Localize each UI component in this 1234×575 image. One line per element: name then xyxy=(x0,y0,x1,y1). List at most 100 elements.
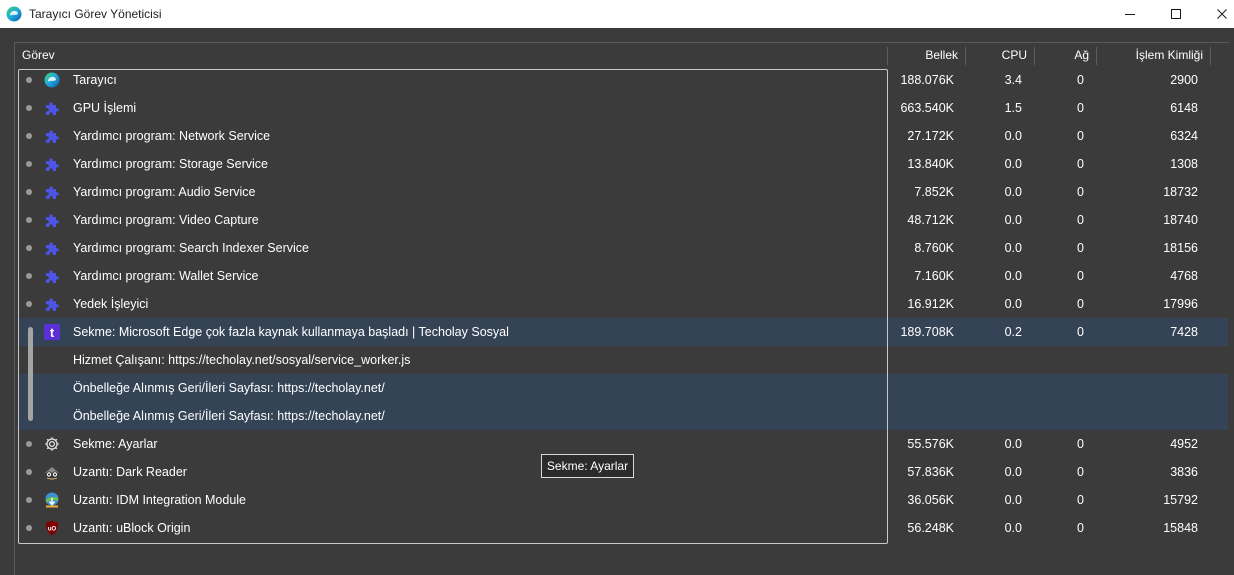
cpu-value: 0.0 xyxy=(1004,185,1022,199)
network-value: 0 xyxy=(1077,129,1084,143)
edge-logo-icon xyxy=(6,6,22,22)
puzzle-piece-icon xyxy=(46,214,59,227)
edge-browser-icon xyxy=(44,72,60,88)
row-bullet xyxy=(26,497,32,503)
column-divider[interactable] xyxy=(1210,47,1211,65)
cpu-value: 1.5 xyxy=(1004,101,1022,115)
title-bar: Tarayıcı Görev Yöneticisi xyxy=(0,0,1234,28)
process-id-value: 18740 xyxy=(1163,213,1198,227)
row-bullet xyxy=(26,189,32,195)
table-row[interactable]: Yardımcı program: Network Service 27.172… xyxy=(18,122,1228,150)
column-header-process-id[interactable]: İşlem Kimliği xyxy=(1097,43,1203,67)
row-bullet xyxy=(26,245,32,251)
table-row[interactable]: Yardımcı program: Storage Service 13.840… xyxy=(18,150,1228,178)
cpu-value: 0.0 xyxy=(1004,437,1022,451)
table-row[interactable]: GPU İşlemi 663.540K 1.5 0 6148 xyxy=(18,94,1228,122)
task-name: Uzantı: uBlock Origin xyxy=(73,521,191,535)
task-name: Uzantı: Dark Reader xyxy=(73,465,187,479)
table-row-selected[interactable]: Önbelleğe Alınmış Geri/İleri Sayfası: ht… xyxy=(18,402,1228,430)
cpu-value: 3.4 xyxy=(1004,73,1022,87)
memory-value: 48.712K xyxy=(907,213,954,227)
tooltip: Sekme: Ayarlar xyxy=(541,454,634,478)
network-value: 0 xyxy=(1077,73,1084,87)
column-header-network[interactable]: Ağ xyxy=(1035,43,1089,67)
network-value: 0 xyxy=(1077,465,1084,479)
gear-icon xyxy=(45,437,59,451)
network-value: 0 xyxy=(1077,157,1084,171)
minimize-button[interactable] xyxy=(1107,0,1153,28)
table-row[interactable]: Yardımcı program: Audio Service 7.852K 0… xyxy=(18,178,1228,206)
row-bullet xyxy=(26,469,32,475)
task-name: Yardımcı program: Video Capture xyxy=(73,213,259,227)
task-name: Uzantı: IDM Integration Module xyxy=(73,493,246,507)
memory-value: 663.540K xyxy=(900,101,954,115)
row-bullet xyxy=(26,525,32,531)
column-header-task[interactable]: Görev xyxy=(22,43,55,67)
task-name: Yardımcı program: Search Indexer Service xyxy=(73,241,309,255)
memory-value: 27.172K xyxy=(907,129,954,143)
task-name: Yardımcı program: Wallet Service xyxy=(73,269,259,283)
puzzle-piece-icon xyxy=(46,298,59,311)
process-id-value: 3836 xyxy=(1170,465,1198,479)
idm-icon xyxy=(45,492,59,508)
network-value: 0 xyxy=(1077,213,1084,227)
puzzle-piece-icon xyxy=(46,102,59,115)
svg-text:t: t xyxy=(50,325,55,340)
memory-value: 189.708K xyxy=(900,325,954,339)
cpu-value: 0.0 xyxy=(1004,213,1022,227)
process-id-value: 6148 xyxy=(1170,101,1198,115)
cpu-value: 0.0 xyxy=(1004,157,1022,171)
cpu-value: 0.0 xyxy=(1004,241,1022,255)
close-button[interactable] xyxy=(1199,0,1234,28)
window-title: Tarayıcı Görev Yöneticisi xyxy=(29,7,162,21)
memory-value: 7.852K xyxy=(914,185,954,199)
memory-value: 8.760K xyxy=(914,241,954,255)
table-row[interactable]: Tarayıcı 188.076K 3.4 0 2900 xyxy=(18,66,1228,94)
memory-value: 56.248K xyxy=(907,521,954,535)
network-value: 0 xyxy=(1077,269,1084,283)
task-name: Yardımcı program: Audio Service xyxy=(73,185,256,199)
process-id-value: 2900 xyxy=(1170,73,1198,87)
table-row-selected[interactable]: Önbelleğe Alınmış Geri/İleri Sayfası: ht… xyxy=(18,374,1228,402)
process-id-value: 4952 xyxy=(1170,437,1198,451)
memory-value: 7.160K xyxy=(914,269,954,283)
table-row[interactable]: uO Uzantı: uBlock Origin 56.248K 0.0 0 1… xyxy=(18,514,1228,542)
table-row[interactable]: Yardımcı program: Video Capture 48.712K … xyxy=(18,206,1228,234)
memory-value: 55.576K xyxy=(907,437,954,451)
task-name: Sekme: Ayarlar xyxy=(73,437,158,451)
table-row-selected[interactable]: t Sekme: Microsoft Edge çok fazla kaynak… xyxy=(18,318,1228,346)
process-id-value: 7428 xyxy=(1170,325,1198,339)
process-id-value: 18156 xyxy=(1163,241,1198,255)
cpu-value: 0.2 xyxy=(1004,325,1022,339)
row-bullet xyxy=(26,161,32,167)
row-bullet xyxy=(26,217,32,223)
process-id-value: 15792 xyxy=(1163,493,1198,507)
cpu-value: 0.0 xyxy=(1004,297,1022,311)
table-row[interactable]: Uzantı: IDM Integration Module 36.056K 0… xyxy=(18,486,1228,514)
dark-reader-icon xyxy=(45,467,59,480)
cpu-value: 0.0 xyxy=(1004,493,1022,507)
techolay-favicon-icon: t xyxy=(44,324,60,340)
table-row[interactable]: Yedek İşleyici 16.912K 0.0 0 17996 xyxy=(18,290,1228,318)
minimize-icon xyxy=(1125,14,1135,15)
row-bullet xyxy=(26,77,32,83)
memory-value: 36.056K xyxy=(907,493,954,507)
puzzle-piece-icon xyxy=(46,242,59,255)
task-name: Önbelleğe Alınmış Geri/İleri Sayfası: ht… xyxy=(73,409,385,423)
puzzle-piece-icon xyxy=(46,158,59,171)
task-name: Hizmet Çalışanı: https://techolay.net/so… xyxy=(73,353,411,367)
maximize-button[interactable] xyxy=(1153,0,1199,28)
column-header-memory[interactable]: Bellek xyxy=(888,43,958,67)
process-id-value: 1308 xyxy=(1170,157,1198,171)
memory-value: 188.076K xyxy=(900,73,954,87)
table-row[interactable]: Yardımcı program: Search Indexer Service… xyxy=(18,234,1228,262)
table-row[interactable]: Hizmet Çalışanı: https://techolay.net/so… xyxy=(18,346,1228,374)
column-header-cpu[interactable]: CPU xyxy=(966,43,1027,67)
row-bullet xyxy=(26,133,32,139)
table-row[interactable]: Yardımcı program: Wallet Service 7.160K … xyxy=(18,262,1228,290)
ublock-origin-icon: uO xyxy=(45,520,59,536)
row-bullet xyxy=(26,301,32,307)
process-id-value: 17996 xyxy=(1163,297,1198,311)
network-value: 0 xyxy=(1077,297,1084,311)
process-id-value: 4768 xyxy=(1170,269,1198,283)
